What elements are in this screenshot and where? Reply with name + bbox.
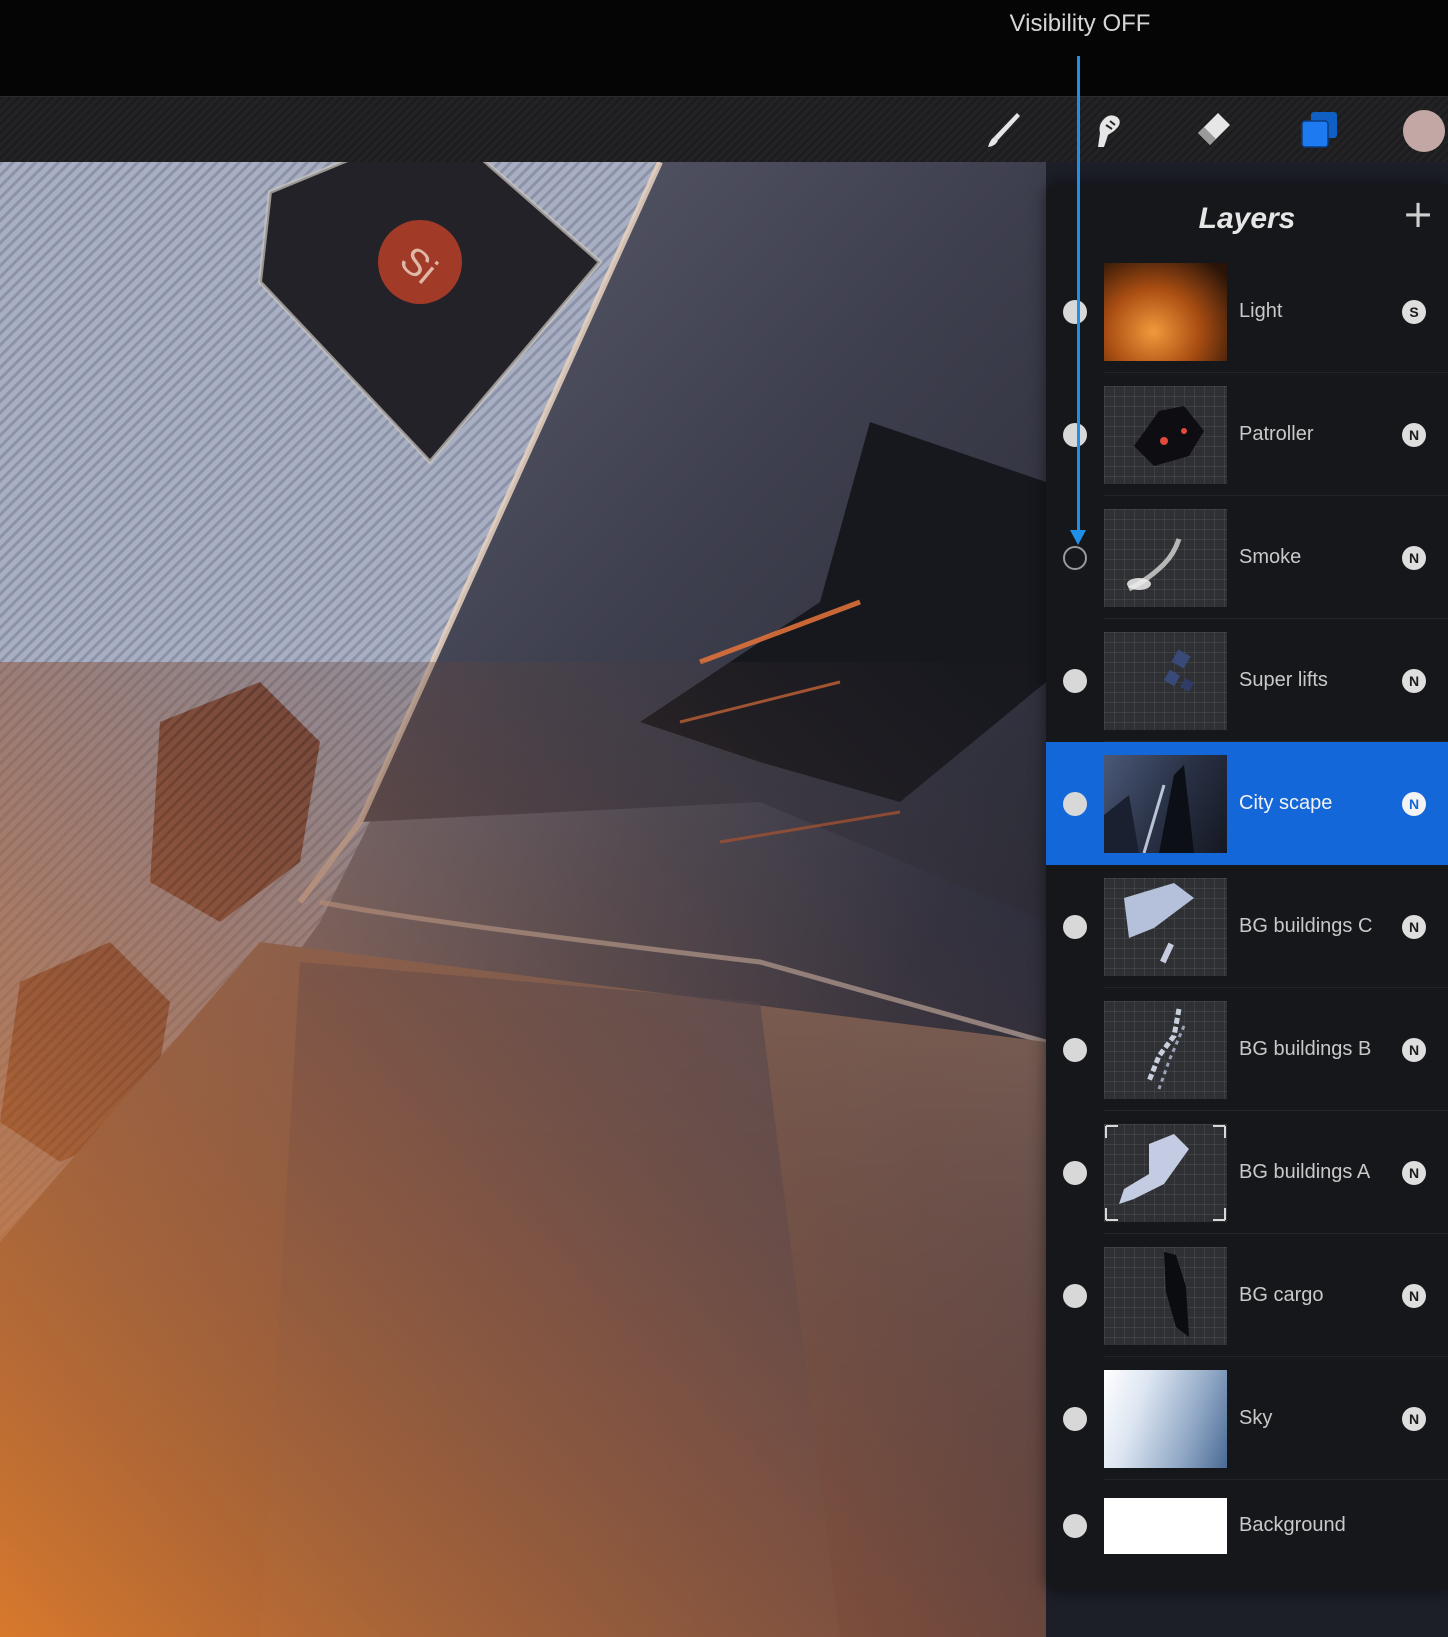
layers-icon[interactable] (1296, 107, 1342, 153)
layer-name: BG buildings A (1239, 1160, 1371, 1183)
layers-title: Layers (1198, 202, 1296, 235)
visibility-toggle[interactable] (1063, 1406, 1087, 1431)
annotation-arrow-head (1070, 530, 1086, 545)
blend-mode-button[interactable]: N (1402, 545, 1426, 570)
visibility-toggle[interactable] (1063, 422, 1087, 447)
layer-row-smoke[interactable]: Smoke N (1046, 496, 1448, 619)
layer-thumbnail (1104, 262, 1227, 361)
blend-mode-button[interactable]: N (1402, 668, 1426, 693)
annotation-label: Visibility OFF (1009, 10, 1151, 37)
layer-thumbnail (1104, 631, 1227, 730)
top-toolbar (0, 96, 1448, 163)
layer-name: Light (1239, 299, 1283, 322)
blend-mode-button[interactable]: N (1402, 1283, 1426, 1308)
visibility-toggle[interactable] (1063, 668, 1087, 693)
layers-header: Layers + (1046, 184, 1448, 248)
layer-row-super-lifts[interactable]: Super lifts N (1046, 619, 1448, 742)
visibility-toggle[interactable] (1063, 791, 1087, 816)
visibility-toggle[interactable] (1063, 1514, 1087, 1538)
layer-thumbnail (1104, 1246, 1227, 1345)
visibility-toggle[interactable] (1063, 914, 1087, 939)
blend-mode-button[interactable]: N (1402, 1406, 1426, 1431)
layer-name: BG buildings B (1239, 1037, 1372, 1060)
blend-mode-button[interactable]: N (1402, 1160, 1426, 1185)
blend-mode-button[interactable]: N (1402, 791, 1426, 816)
blend-mode-button[interactable]: N (1402, 422, 1426, 447)
layer-name: Sky (1239, 1406, 1273, 1429)
layer-name: City scape (1239, 791, 1333, 814)
layer-row-bg-buildings-a[interactable]: BG buildings A N (1046, 1111, 1448, 1234)
layer-thumbnail (1104, 1369, 1227, 1468)
smudge-icon[interactable] (1084, 107, 1130, 153)
layer-name: Background (1239, 1514, 1346, 1536)
annotation-arrow-line (1077, 56, 1080, 538)
eraser-icon[interactable] (1190, 107, 1236, 153)
visibility-toggle[interactable] (1063, 545, 1087, 570)
layer-thumbnail (1104, 1123, 1227, 1222)
visibility-toggle[interactable] (1063, 1283, 1087, 1308)
layer-thumbnail (1104, 877, 1227, 976)
layer-row-bg-cargo[interactable]: BG cargo N (1046, 1234, 1448, 1357)
layer-thumbnail (1104, 754, 1227, 853)
layer-row-patroller[interactable]: Patroller N (1046, 373, 1448, 496)
color-swatch[interactable] (1403, 110, 1445, 152)
annotation-header: Visibility OFF (0, 0, 1448, 96)
brush-icon[interactable] (980, 107, 1026, 153)
layer-name: Patroller (1239, 422, 1314, 445)
visibility-toggle[interactable] (1063, 299, 1087, 324)
layer-row-light[interactable]: Light S (1046, 250, 1448, 373)
layer-row-bg-buildings-c[interactable]: BG buildings C N (1046, 865, 1448, 988)
layer-thumbnail (1104, 1498, 1227, 1554)
layers-panel: Layers + Light S Patroller N Smoke N Sup… (1046, 184, 1448, 1590)
layer-thumbnail (1104, 385, 1227, 484)
plus-icon[interactable]: + (1398, 194, 1438, 234)
visibility-toggle[interactable] (1063, 1037, 1087, 1062)
layer-row-sky[interactable]: Sky N (1046, 1357, 1448, 1480)
visibility-toggle[interactable] (1063, 1160, 1087, 1185)
layer-name: BG buildings C (1239, 914, 1373, 937)
layer-row-bg-buildings-b[interactable]: BG buildings B N (1046, 988, 1448, 1111)
blend-mode-button[interactable]: S (1402, 299, 1426, 324)
layer-name: Smoke (1239, 545, 1302, 568)
layer-row-city-scape[interactable]: City scape N (1046, 742, 1448, 865)
layer-name: BG cargo (1239, 1283, 1324, 1306)
blend-mode-button[interactable]: N (1402, 1037, 1426, 1062)
procreate-screen: Visibility OFF Si Layers + Light S Patro… (0, 0, 1448, 1637)
layer-row-background[interactable]: Background (1046, 1480, 1448, 1572)
layer-name: Super lifts (1239, 668, 1328, 691)
blend-mode-button[interactable]: N (1402, 914, 1426, 939)
layer-thumbnail (1104, 1000, 1227, 1099)
layer-thumbnail (1104, 508, 1227, 607)
